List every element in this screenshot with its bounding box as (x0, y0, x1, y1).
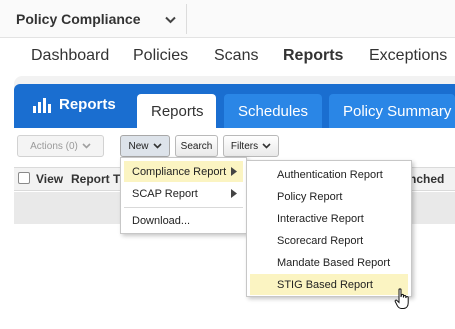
module-title: Reports (32, 96, 116, 113)
nav-reports[interactable]: Reports (283, 47, 343, 65)
submenu-item-label: Scorecard Report (277, 234, 364, 247)
tab-policy-summary[interactable]: Policy Summary (329, 94, 455, 128)
column-report-title[interactable]: Report T (71, 172, 120, 186)
menu-item-label: Download... (132, 214, 191, 227)
submenu-item-mandate-based-report[interactable]: Mandate Based Report (250, 252, 408, 273)
actions-label: Actions (0) (30, 140, 78, 152)
chevron-down-icon (262, 143, 271, 149)
new-dropdown-menu: Compliance Report SCAP Report Download..… (120, 157, 247, 234)
nav-dashboard[interactable]: Dashboard (31, 47, 109, 65)
module-title-label: Reports (59, 96, 116, 113)
hand-cursor-icon (394, 288, 409, 309)
submenu-item-label: Interactive Report (277, 212, 364, 225)
filters-button[interactable]: Filters (223, 135, 279, 157)
submenu-item-label: STIG Based Report (277, 278, 373, 291)
chevron-right-icon (231, 189, 237, 198)
nav-policies[interactable]: Policies (133, 47, 188, 65)
column-view[interactable]: View (36, 172, 63, 186)
submenu-item-label: Policy Report (277, 190, 343, 203)
submenu-item-stig-based-report[interactable]: STIG Based Report (250, 274, 408, 295)
submenu-item-interactive-report[interactable]: Interactive Report (250, 208, 408, 229)
app-bar: Policy Compliance (0, 0, 455, 38)
select-all-checkbox[interactable] (18, 172, 30, 184)
new-button[interactable]: New (120, 135, 170, 157)
search-button[interactable]: Search (175, 135, 218, 157)
tab-schedules-label: Schedules (238, 102, 309, 120)
menu-item-compliance-report[interactable]: Compliance Report (124, 161, 243, 182)
tab-reports[interactable]: Reports (137, 94, 216, 128)
filters-label: Filters (230, 140, 259, 152)
submenu-item-label: Mandate Based Report (277, 256, 391, 269)
nav-exceptions[interactable]: Exceptions (369, 47, 447, 65)
chevron-right-icon (231, 167, 237, 176)
bar-chart-icon (33, 97, 51, 113)
menu-item-label: SCAP Report (132, 187, 198, 200)
tab-reports-label: Reports (151, 102, 204, 120)
menu-item-download[interactable]: Download... (124, 210, 243, 231)
menu-item-scap-report[interactable]: SCAP Report (124, 183, 243, 204)
submenu-item-policy-report[interactable]: Policy Report (250, 186, 408, 207)
main-nav: Dashboard Policies Scans Reports Excepti… (0, 38, 455, 76)
column-launched[interactable]: nched (409, 172, 444, 186)
menu-separator (124, 207, 243, 208)
chevron-down-icon (152, 143, 162, 149)
tab-policy-summary-label: Policy Summary (343, 102, 452, 120)
chevron-down-icon (165, 16, 176, 24)
search-label: Search (180, 140, 213, 152)
submenu-item-authentication-report[interactable]: Authentication Report (250, 164, 408, 185)
menu-item-label: Compliance Report (132, 165, 227, 178)
submenu-item-label: Authentication Report (277, 168, 383, 181)
new-label: New (128, 140, 149, 152)
app-title: Policy Compliance (16, 11, 141, 27)
chevron-down-icon (82, 143, 91, 149)
tab-schedules[interactable]: Schedules (224, 94, 322, 128)
app-selector[interactable]: Policy Compliance (0, 4, 187, 34)
submenu-item-scorecard-report[interactable]: Scorecard Report (250, 230, 408, 251)
actions-button[interactable]: Actions (0) (17, 135, 104, 157)
compliance-report-submenu: Authentication Report Policy Report Inte… (246, 160, 412, 297)
nav-scans[interactable]: Scans (214, 47, 258, 65)
